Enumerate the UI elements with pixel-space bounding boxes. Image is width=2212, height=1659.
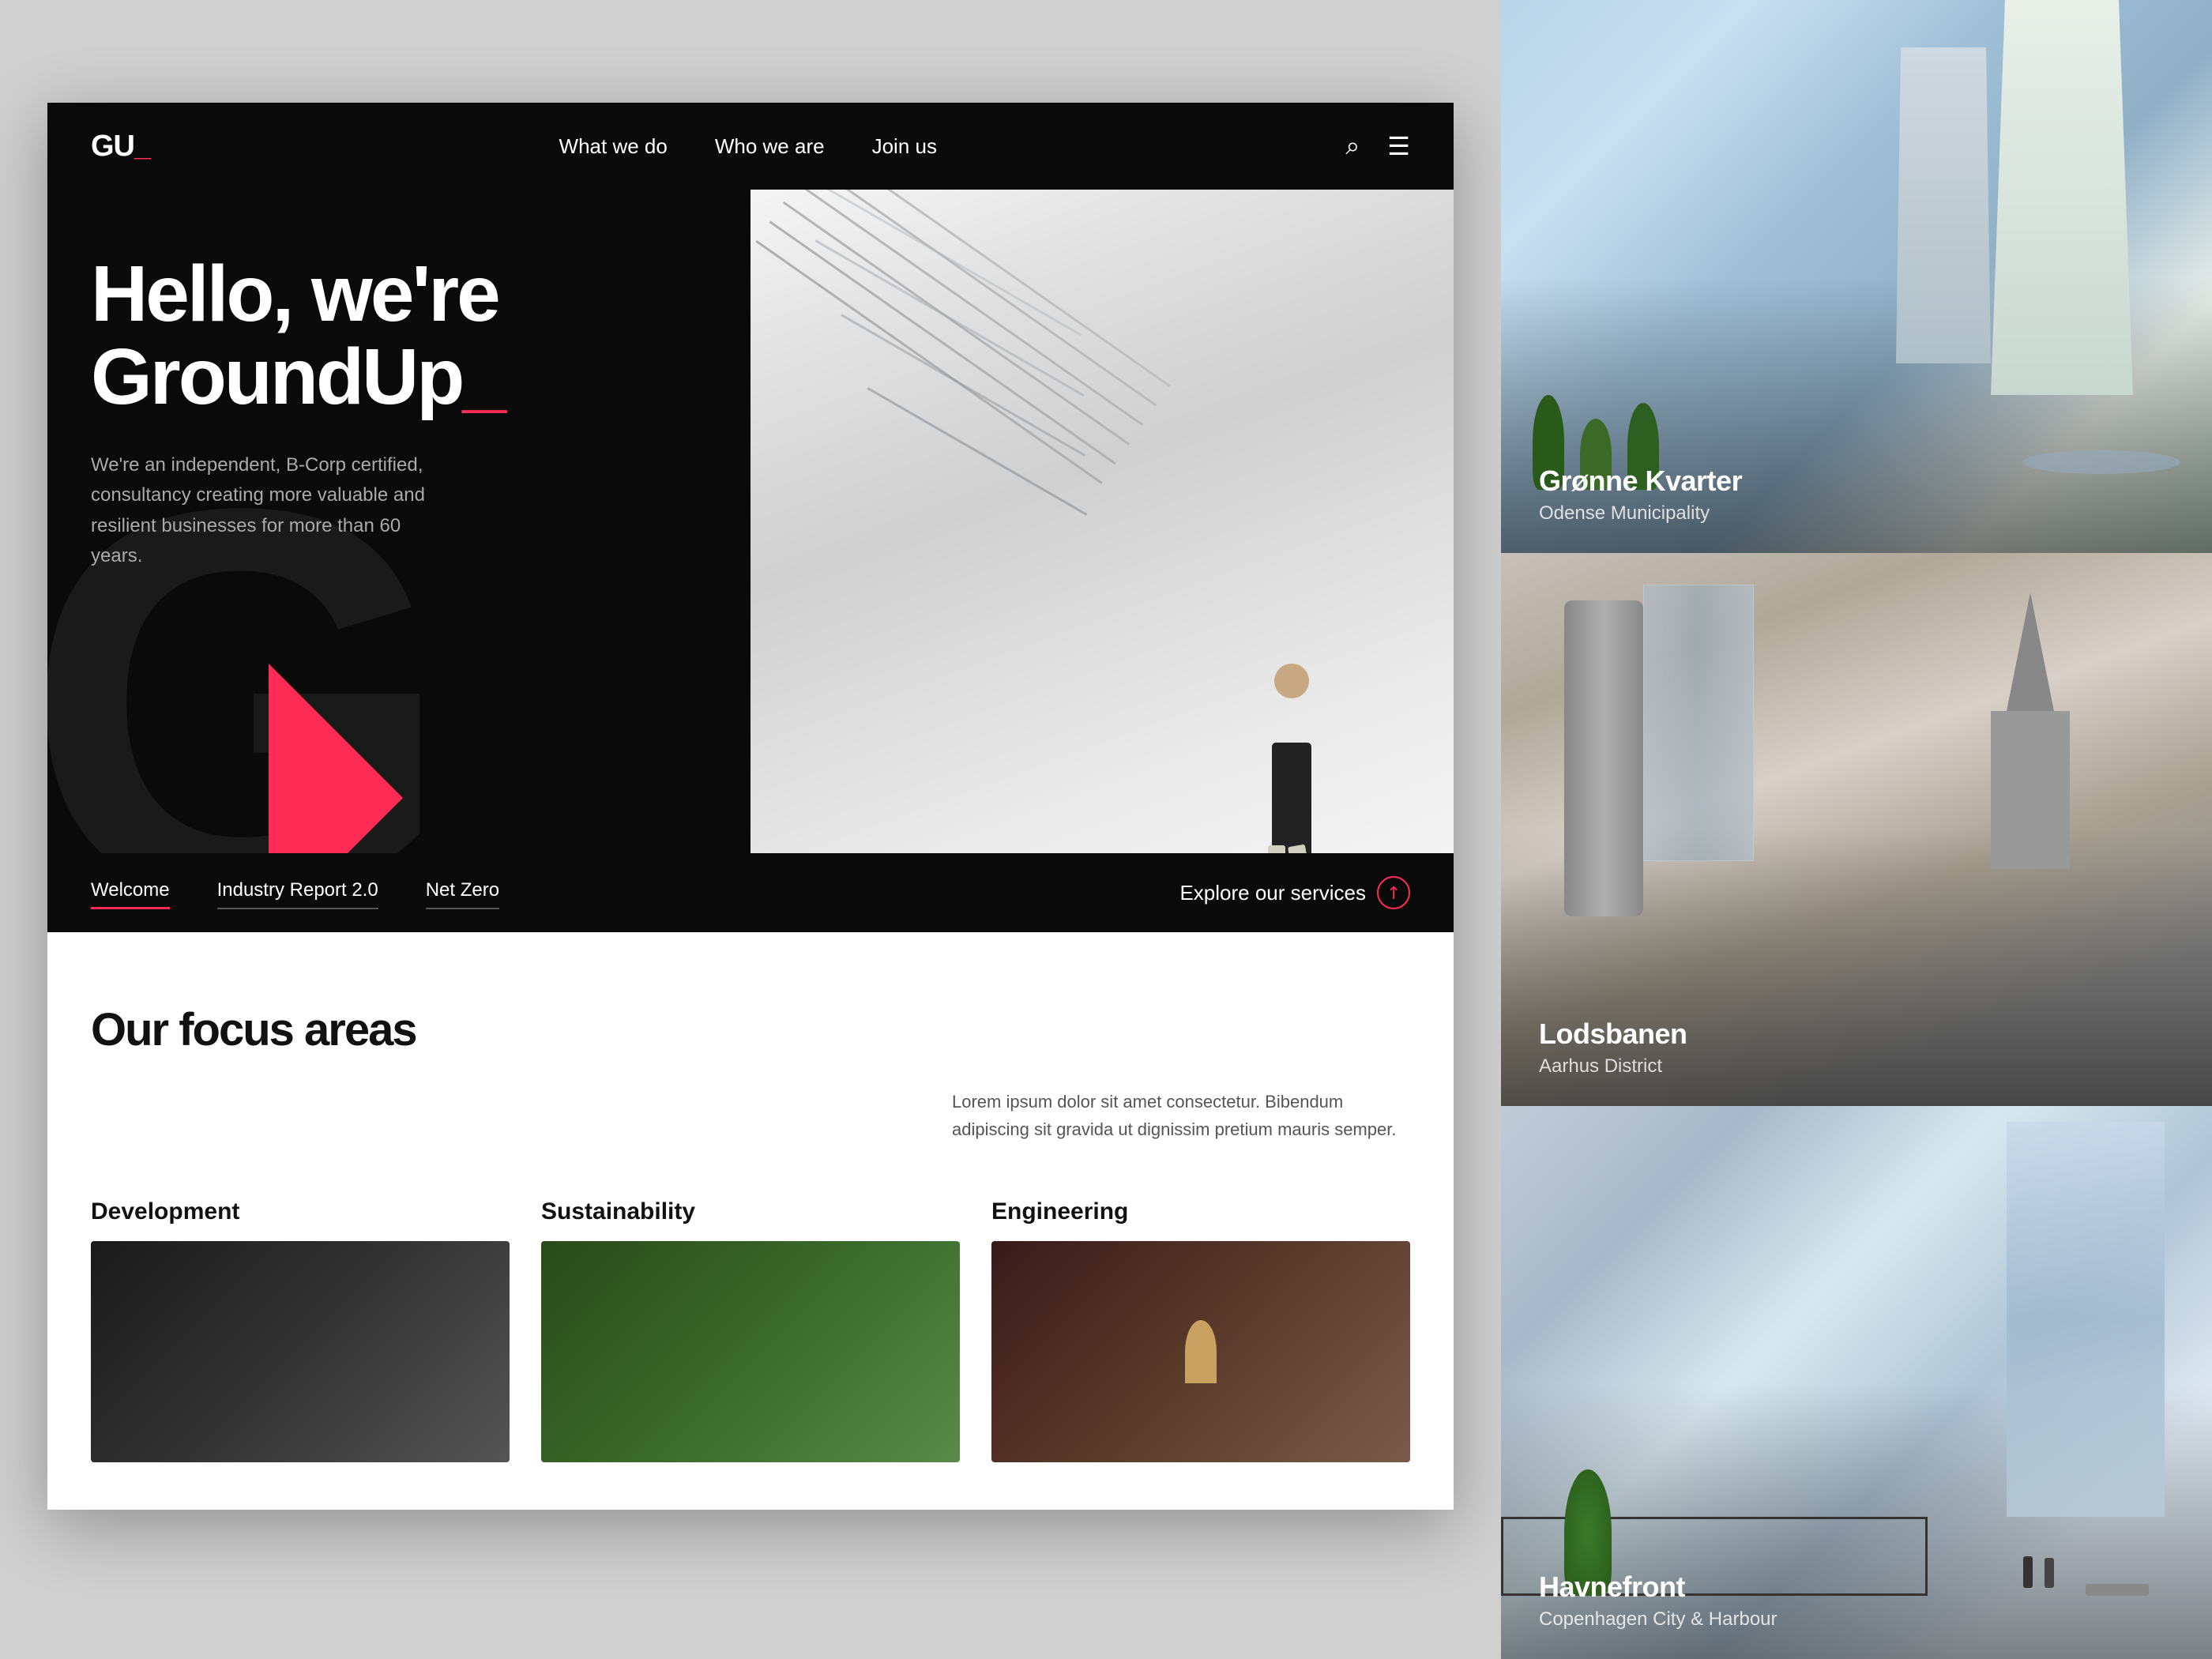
hero-heading: Hello, we're GroundUp_	[91, 253, 707, 419]
focus-area-development[interactable]: Development	[91, 1198, 510, 1462]
search-icon[interactable]: ⌕	[1345, 131, 1360, 161]
gronne-kvarter-subtitle: Odense Municipality	[1539, 502, 2174, 525]
navigation: GU_ What we do Who we are Join us ⌕ ☰	[47, 103, 1454, 190]
church-spire	[2007, 592, 2054, 711]
sidebar-card-lodsbanen[interactable]: Lodsbanen Aarhus District	[1501, 553, 2212, 1106]
website-container: GU_ What we do Who we are Join us ⌕ ☰ G	[47, 103, 1454, 1510]
sidebar-card-havnefront[interactable]: Havnefront Copenhagen City & Harbour	[1501, 1106, 2212, 1659]
tab-industry-report[interactable]: Industry Report 2.0	[217, 879, 378, 906]
arch-lines	[766, 205, 1329, 651]
hero-content: G Hello, we're GroundUp_ We're an indepe…	[47, 190, 1454, 932]
hero-title-line1: Hello, we're	[91, 250, 498, 338]
focus-areas-section: Our focus areas Lorem ipsum dolor sit am…	[47, 932, 1454, 1510]
hero-title-cursor: _	[462, 333, 504, 421]
explore-services-button[interactable]: Explore our services ↗	[1179, 876, 1410, 909]
havnefront-overlay: Havnefront Copenhagen City & Harbour	[1501, 1542, 2212, 1659]
focus-desc-row: Lorem ipsum dolor sit amet consectetur. …	[91, 1088, 1410, 1143]
engineering-image	[991, 1241, 1410, 1462]
tab-welcome[interactable]: Welcome	[91, 879, 170, 906]
building-shape-2	[1896, 47, 1991, 363]
right-sidebar: Grønne Kvarter Odense Municipality Lodsb…	[1501, 0, 2212, 1659]
tab-net-zero[interactable]: Net Zero	[426, 879, 499, 906]
hero-description: We're an independent, B-Corp certified, …	[91, 450, 454, 572]
menu-icon[interactable]: ☰	[1387, 131, 1410, 161]
focus-areas-grid: Development Sustainability Engineering	[91, 1198, 1410, 1462]
person-figure	[1256, 664, 1327, 853]
hero-left: G Hello, we're GroundUp_ We're an indepe…	[47, 190, 750, 932]
nav-icons: ⌕ ☰	[1345, 131, 1410, 161]
nav-who-we-are[interactable]: Who we are	[715, 134, 825, 159]
nav-links: What we do Who we are Join us	[559, 134, 937, 159]
staircase-visual	[750, 190, 1454, 932]
sidebar-card-gronne-kvarter[interactable]: Grønne Kvarter Odense Municipality	[1501, 0, 2212, 553]
hero-image	[750, 190, 1454, 932]
engineering-title: Engineering	[991, 1198, 1410, 1225]
person-body	[1272, 743, 1311, 853]
hero-tabs: Welcome Industry Report 2.0 Net Zero Exp…	[47, 853, 1454, 932]
gronne-kvarter-overlay: Grønne Kvarter Odense Municipality	[1501, 436, 2212, 553]
glass-building	[2007, 1122, 2165, 1517]
logo-cursor: _	[134, 130, 150, 163]
gronne-kvarter-title: Grønne Kvarter	[1539, 465, 2174, 498]
focus-description: Lorem ipsum dolor sit amet consectetur. …	[952, 1088, 1410, 1143]
nav-what-we-do[interactable]: What we do	[559, 134, 668, 159]
explore-label: Explore our services	[1179, 881, 1366, 905]
logo[interactable]: GU_	[91, 130, 150, 164]
lodsbanen-title: Lodsbanen	[1539, 1018, 2174, 1051]
development-image	[91, 1241, 510, 1462]
church-body	[1991, 711, 2070, 869]
church-shape	[1991, 592, 2070, 869]
development-title: Development	[91, 1198, 510, 1225]
hero-title-line2: GroundUp	[91, 333, 462, 421]
sustainability-title: Sustainability	[541, 1198, 960, 1225]
hero-section: GU_ What we do Who we are Join us ⌕ ☰ G	[47, 103, 1454, 932]
cylinder-building	[1564, 600, 1643, 916]
lamp-icon	[1185, 1320, 1217, 1383]
havnefront-title: Havnefront	[1539, 1571, 2174, 1604]
sustainability-image	[541, 1241, 960, 1462]
person-head	[1274, 664, 1309, 698]
explore-arrow-icon: ↗	[1370, 869, 1416, 916]
focus-areas-title: Our focus areas	[91, 1003, 1410, 1056]
focus-area-sustainability[interactable]: Sustainability	[541, 1198, 960, 1462]
havnefront-subtitle: Copenhagen City & Harbour	[1539, 1608, 2174, 1631]
lodsbanen-subtitle: Aarhus District	[1539, 1055, 2174, 1078]
nav-join-us[interactable]: Join us	[872, 134, 937, 159]
focus-area-engineering[interactable]: Engineering	[991, 1198, 1410, 1462]
tab-list: Welcome Industry Report 2.0 Net Zero	[91, 879, 1179, 906]
building-shape-1	[1991, 0, 2133, 395]
lodsbanen-overlay: Lodsbanen Aarhus District	[1501, 989, 2212, 1106]
